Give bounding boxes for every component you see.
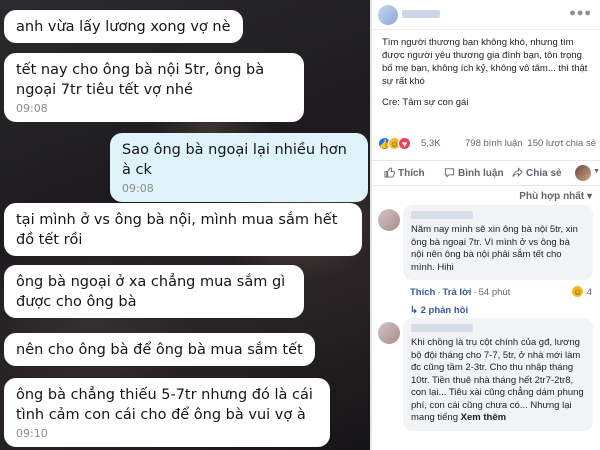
comment: Năm nay mình sẽ xin ông bà nội 5tr, xin … xyxy=(372,205,600,305)
chat-message: ông bà ngoại ở xa chẳng mua sắm gì được … xyxy=(4,265,304,318)
comment: Khi chồng là trụ cột chính của gđ, lương… xyxy=(372,318,600,450)
more-options-icon[interactable]: ●●● xyxy=(569,7,592,19)
commenter-name-blurred[interactable] xyxy=(411,211,473,219)
chat-message: tết nay cho ông bà nội 5tr, ông bà ngoại… xyxy=(4,53,304,122)
comment-button[interactable]: Bình luận xyxy=(444,167,504,179)
commenter-name-blurred[interactable] xyxy=(411,324,473,332)
chevron-down-icon[interactable]: ▼ xyxy=(593,168,600,175)
chat-message: Sao ông bà ngoại lại nhiều hơn à ck 09:0… xyxy=(110,133,368,202)
reactions-summary: 👍☺ ♥ 5,3K 798 bình luận 150 lượt chia sẻ xyxy=(372,136,600,152)
chat-message: nên cho ông bà để ông bà mua sắm tết xyxy=(4,333,315,366)
profile-avatar[interactable] xyxy=(575,165,591,181)
comment-like-link[interactable]: Thích xyxy=(410,287,435,298)
comment-text: Năm nay mình sẽ xin ông bà nội 5tr, xin … xyxy=(411,224,578,273)
chat-message: ông bà chẳng thiếu 5-7tr nhưng đó là cái… xyxy=(4,378,330,447)
comment-text: Khi chồng là trụ cột chính của gđ, lương… xyxy=(411,337,584,423)
reply-arrow-icon: ↳ xyxy=(410,305,421,316)
post-actions: Thích Bình luận Chia sẻ ▼ xyxy=(372,160,600,186)
thumbs-up-icon xyxy=(384,167,395,178)
comment-icon xyxy=(444,168,455,178)
comment-reaction-count: 4 xyxy=(586,287,592,298)
post-header: ●●● xyxy=(372,0,600,30)
commenter-avatar[interactable] xyxy=(378,209,400,231)
post-source: Cre: Tâm sự con gái xyxy=(382,97,469,108)
share-icon xyxy=(512,167,523,177)
comment-reactions[interactable]: ☺ 4 xyxy=(571,285,592,298)
comment-label: Bình luận xyxy=(458,168,504,179)
reaction-icons[interactable]: 👍☺ ♥ xyxy=(378,137,411,150)
sort-label: Phù hợp nhất xyxy=(519,191,585,202)
comment-bubble: Năm nay mình sẽ xin ông bà nội 5tr, xin … xyxy=(403,205,593,280)
comment-bubble: Khi chồng là trụ cột chính của gđ, lương… xyxy=(403,318,593,431)
post-text: Tìm người thương bạn không khó, nhưng tì… xyxy=(382,37,588,87)
love-reaction-icon: ♥ xyxy=(398,137,411,150)
view-replies-link[interactable]: ↳ 2 phản hồi xyxy=(410,305,468,316)
facebook-post: ●●● Tìm người thương bạn không khó, nhưn… xyxy=(370,0,600,450)
message-text: ông bà ngoại ở xa chẳng mua sắm gì được … xyxy=(16,274,286,310)
message-text: tết nay cho ông bà nội 5tr, ông bà ngoại… xyxy=(16,62,265,98)
reaction-count[interactable]: 5,3K xyxy=(421,138,441,149)
message-time: 09:08 xyxy=(16,102,48,115)
chat-screenshot: anh vừa lấy lương xong vợ nè tết nay cho… xyxy=(0,0,370,450)
share-count[interactable]: 150 lượt chia sẻ xyxy=(527,138,596,149)
comment-reply-link[interactable]: Trả lời xyxy=(443,287,472,298)
like-label: Thích xyxy=(398,168,425,179)
message-text: anh vừa lấy lương xong vợ nè xyxy=(16,19,231,35)
replies-label: 2 phản hồi xyxy=(420,305,469,316)
comment-count[interactable]: 798 bình luận xyxy=(465,138,523,149)
message-time: 09:10 xyxy=(16,427,48,440)
message-text: tại mình ở vs ông bà nội, mình mua sắm h… xyxy=(16,212,338,248)
haha-reaction-icon: ☺ xyxy=(571,285,585,298)
chat-message: anh vừa lấy lương xong vợ nè xyxy=(4,10,243,43)
message-text: nên cho ông bà để ông bà mua sắm tết xyxy=(16,342,303,358)
commenter-avatar[interactable] xyxy=(378,322,400,344)
author-name-blurred[interactable] xyxy=(402,10,440,18)
message-text: ông bà chẳng thiếu 5-7tr nhưng đó là cái… xyxy=(16,387,313,423)
comment-actions: Thích · Trả lời · 54 phút xyxy=(410,287,511,298)
share-label: Chia sẻ xyxy=(526,168,562,179)
share-button[interactable]: Chia sẻ xyxy=(512,167,562,179)
like-button[interactable]: Thích xyxy=(384,167,425,179)
message-text: Sao ông bà ngoại lại nhiều hơn à ck xyxy=(122,142,347,178)
chat-message: tại mình ở vs ông bà nội, mình mua sắm h… xyxy=(4,203,362,256)
message-time: 09:08 xyxy=(122,182,154,195)
author-avatar[interactable] xyxy=(378,5,398,25)
comment-time[interactable]: 54 phút xyxy=(479,287,511,298)
see-more-link[interactable]: Xem thêm xyxy=(461,412,506,423)
comment-sort[interactable]: Phù hợp nhất ▾ xyxy=(519,191,592,202)
caret-down-icon: ▾ xyxy=(586,191,592,202)
